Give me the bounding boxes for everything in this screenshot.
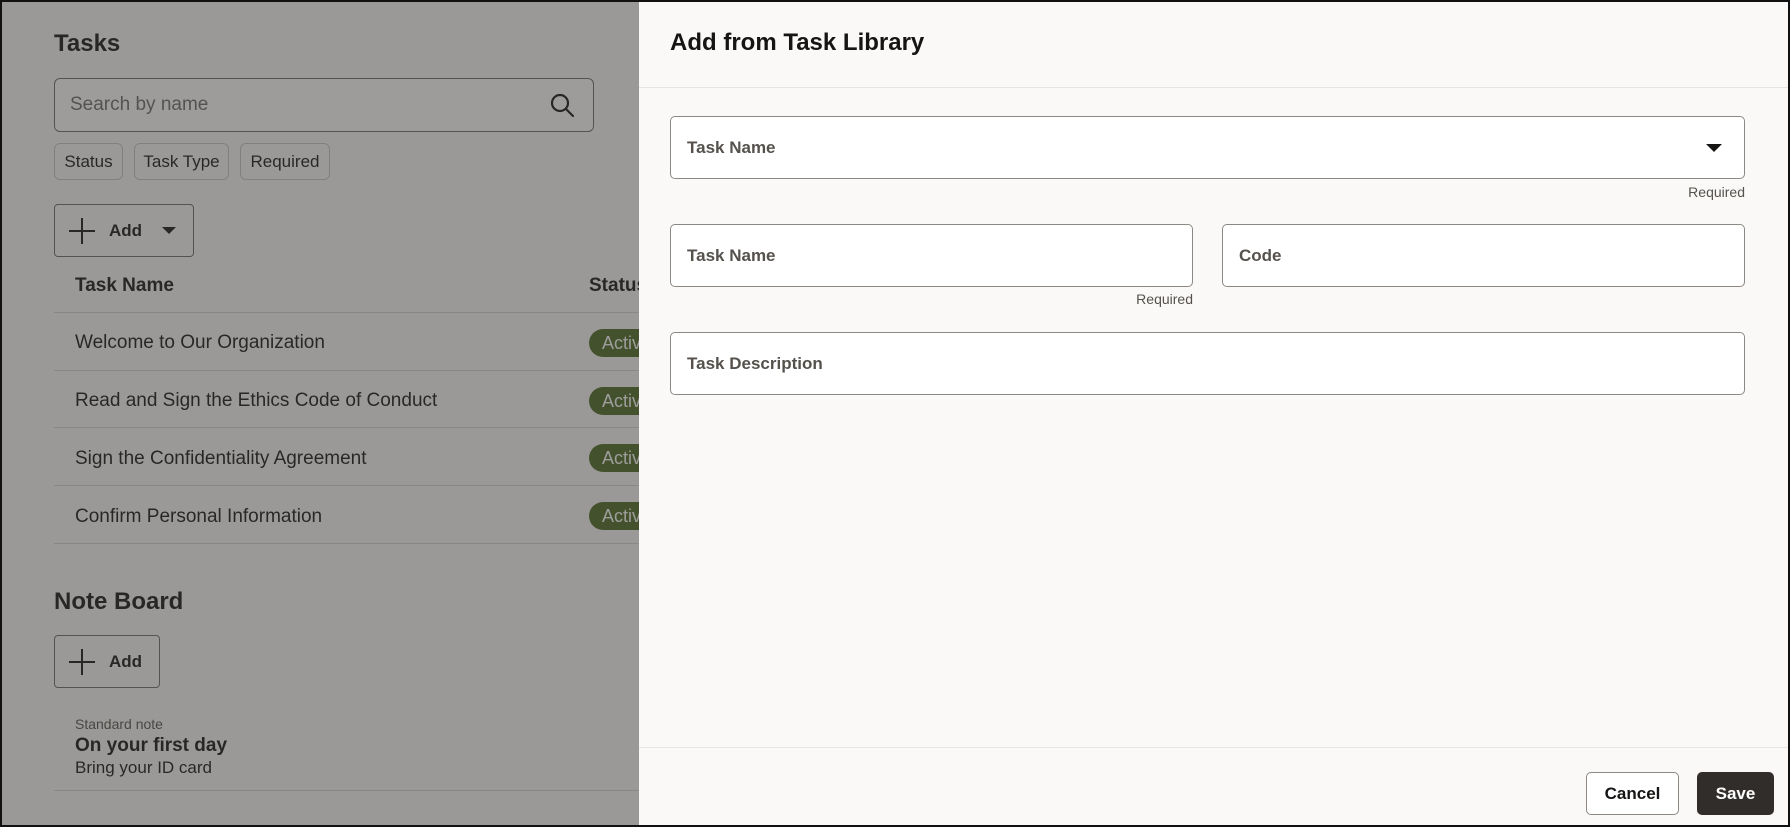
chevron-down-icon[interactable]: [1706, 144, 1722, 152]
task-description-field[interactable]: Task Description: [670, 332, 1745, 395]
task-name-select[interactable]: Task Name: [670, 116, 1745, 179]
save-button[interactable]: Save: [1697, 772, 1774, 815]
task-select-required-hint: Required: [1688, 184, 1745, 200]
code-field[interactable]: Code: [1222, 224, 1745, 287]
task-name-input[interactable]: [671, 225, 1192, 286]
code-input[interactable]: [1223, 225, 1744, 286]
cancel-button[interactable]: Cancel: [1586, 772, 1679, 815]
header-divider: [639, 87, 1788, 88]
task-description-input[interactable]: [671, 333, 1744, 394]
footer-divider: [639, 747, 1788, 748]
app-window: Tasks Status Task Type Required Add Task…: [2, 2, 1788, 825]
add-from-task-library-drawer: Add from Task Library Task Name Required…: [639, 2, 1788, 825]
task-name-field[interactable]: Task Name: [670, 224, 1193, 287]
task-name-required-hint: Required: [1136, 291, 1193, 307]
drawer-title: Add from Task Library: [670, 29, 925, 56]
task-name-select-label: Task Name: [687, 137, 776, 157]
